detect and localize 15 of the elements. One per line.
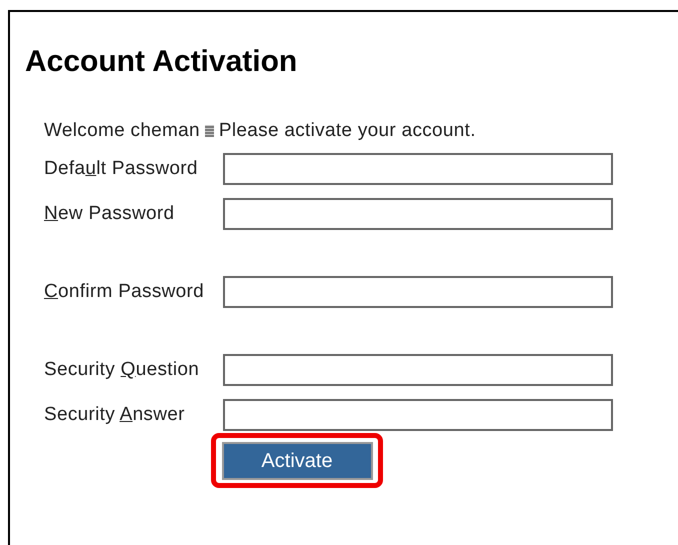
input-field[interactable] <box>223 354 613 386</box>
input-field[interactable] <box>223 198 613 230</box>
field-label: Security Question <box>44 358 200 382</box>
redaction-icon <box>204 125 214 137</box>
input-field[interactable] <box>223 399 613 431</box>
page-title: Account Activation <box>25 46 298 78</box>
welcome-text: Welcome cheman <box>44 121 200 141</box>
input-field[interactable] <box>223 153 613 185</box>
field-label: Confirm Password <box>44 280 206 304</box>
activate-button[interactable]: Activate <box>222 442 372 480</box>
input-field[interactable] <box>223 276 613 308</box>
field-label: Default Password <box>44 156 199 181</box>
field-label: Security Answer <box>44 402 186 427</box>
welcome-text: Please activate your account. <box>218 121 476 141</box>
field-label: New Password <box>44 202 176 226</box>
